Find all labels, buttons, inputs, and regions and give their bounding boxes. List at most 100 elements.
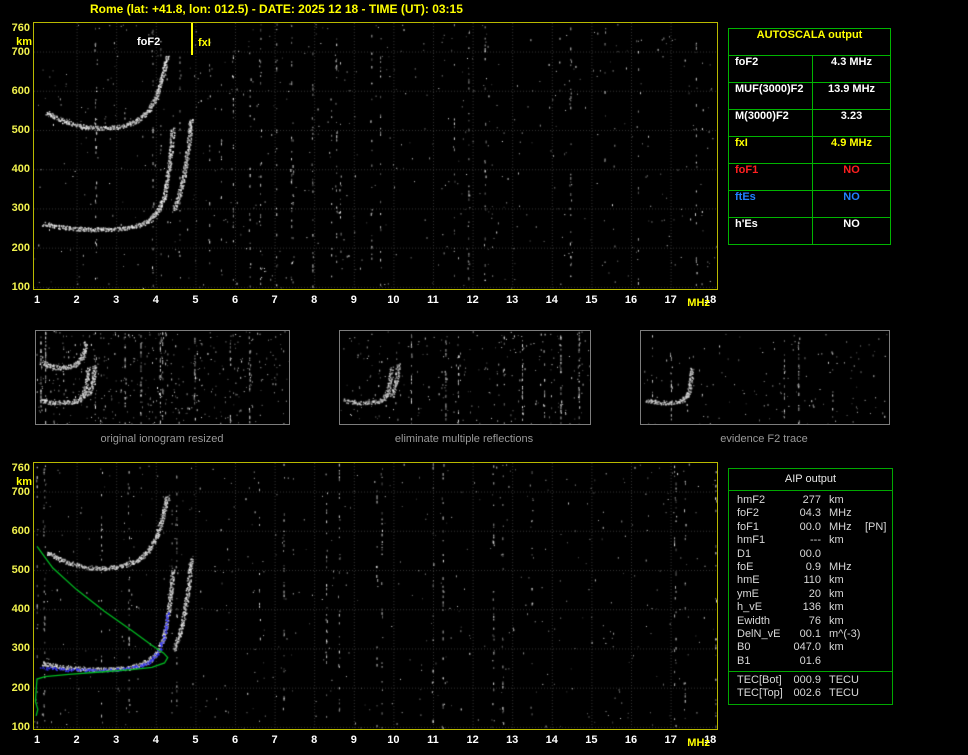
aip-row-unit: m^(-3)	[829, 627, 861, 640]
aip-row-label: foE	[737, 560, 754, 573]
x-axis-tick-top-14: 14	[545, 294, 558, 306]
x-axis-tick-top-15: 15	[585, 294, 598, 306]
autoscala-row-value: 4.9 MHz	[831, 137, 872, 149]
autoscala-row-ftEs: ftEs NO	[729, 191, 890, 218]
autoscala-table-title: AUTOSCALA output	[729, 29, 890, 56]
y-axis-tick-top-760: 760	[11, 22, 30, 34]
aip-row-value: 00.0	[799, 547, 821, 560]
x-axis-unit-bottom: MHz	[687, 737, 710, 749]
aip-row-label: Ewidth	[737, 614, 771, 627]
aip-row-label: h_vE	[737, 601, 763, 614]
y-axis-tick-top-500: 500	[11, 123, 30, 136]
aip-row-unit: km	[829, 494, 844, 506]
aip-row-value: 00.0	[799, 520, 821, 533]
thumbnail-evidence-canvas	[641, 331, 889, 424]
aip-row-foF1: foF1 00.0 MHz [PN]	[729, 521, 892, 534]
aip-tec-rows: TEC[Bot] 000.9 TECU TEC[Top] 002.6 TECU	[729, 674, 892, 701]
autoscala-row-value: 4.3 MHz	[831, 56, 872, 68]
thumbnail-original-canvas	[36, 331, 289, 424]
aip-row-hmF1: hmF1 --- km	[729, 534, 892, 547]
aip-row-foE: foE 0.9 MHz	[729, 561, 892, 574]
autoscala-row-value: NO	[843, 218, 860, 230]
y-axis-tick-bottom-600: 600	[11, 524, 30, 537]
aip-row-ymE: ymE 20 km	[729, 588, 892, 601]
x-axis-tick-bottom-13: 13	[506, 734, 519, 746]
aip-row-value: 01.6	[799, 654, 821, 667]
aip-row-label: TEC[Bot]	[737, 674, 782, 687]
autoscala-output-table: AUTOSCALA output foF2 4.3 MHz MUF(3000)F2 1…	[728, 28, 891, 245]
autoscala-table-rows: foF2 4.3 MHz MUF(3000)F2 13.9 MHz M(3000)F2 3…	[729, 56, 890, 244]
autoscala-row-value: NO	[843, 191, 860, 203]
x-axis-tick-bottom-14: 14	[545, 734, 558, 746]
top-ionogram-canvas	[34, 23, 717, 289]
aip-row-value: 047.0	[793, 641, 821, 654]
y-axis-unit-bottom: km	[16, 476, 32, 488]
aip-row-unit: km	[829, 587, 844, 600]
aip-row-value: 76	[808, 614, 821, 627]
aip-row-h_vE: h_vE 136 km	[729, 601, 892, 614]
x-axis-tick-top-1: 1	[33, 294, 41, 306]
thumbnail-caption-evidence: evidence F2 trace	[720, 433, 808, 445]
y-axis-tick-bottom-500: 500	[11, 563, 30, 576]
y-axis-tick-bottom-200: 200	[11, 681, 30, 694]
thumbnail-evidence-f2	[640, 330, 890, 425]
y-axis-tick-bottom-100: 100	[11, 720, 30, 733]
autoscala-row-M(3000)F2: M(3000)F2 3.23	[729, 110, 890, 137]
x-axis-tick-bottom-7: 7	[271, 734, 278, 746]
aip-row-hmF2: hmF2 277 km	[729, 494, 892, 507]
x-axis-tick-bottom-17: 17	[664, 734, 677, 746]
autoscala-row-fxI: fxI 4.9 MHz	[729, 137, 890, 164]
x-axis-tick-top-7: 7	[271, 294, 278, 306]
x-axis-tick-top-8: 8	[311, 294, 318, 306]
x-axis-tick-top-12: 12	[466, 294, 479, 306]
x-axis-tick-top-3: 3	[113, 294, 120, 306]
aip-tec-separator	[729, 671, 892, 673]
y-axis-tick-top-100: 100	[11, 280, 30, 293]
x-axis-tick-top-16: 16	[624, 294, 638, 306]
aip-row-value: 20	[808, 587, 821, 600]
x-axis-tick-top-5: 5	[192, 294, 199, 306]
aip-table-rows: hmF2 277 km foF2 04.3 MHz foF1 00.0 MHz [PN] hmF1 -…	[729, 491, 892, 668]
aip-row-label: hmE	[737, 574, 760, 587]
bottom-ionogram-plot	[33, 462, 718, 730]
aip-row-value: 0.9	[805, 560, 821, 573]
x-axis-tick-top-17: 17	[664, 294, 677, 306]
thumbnail-original-ionogram	[35, 330, 290, 425]
x-axis-tick-bottom-15: 15	[585, 734, 598, 746]
aip-row-label: foF1	[737, 520, 760, 533]
y-axis-unit-top: km	[16, 36, 32, 48]
y-axis-tick-bottom-300: 300	[11, 642, 30, 655]
x-axis-tick-top-11: 11	[427, 294, 439, 306]
x-axis-tick-bottom-16: 16	[624, 734, 638, 746]
aip-row-unit: TECU	[829, 687, 859, 700]
x-axis-unit-top: MHz	[687, 297, 710, 309]
y-axis-tick-bottom-400: 400	[11, 603, 30, 616]
thumbnail-eliminate-canvas	[340, 331, 590, 424]
x-axis-tick-top-2: 2	[73, 294, 80, 306]
y-axis-tick-top-600: 600	[11, 84, 30, 97]
aip-row-label: D1	[737, 547, 752, 560]
aip-row-value: 000.9	[793, 674, 821, 687]
x-axis-tick-top-9: 9	[350, 294, 357, 306]
autoscala-row-label: fxI	[729, 137, 813, 163]
aip-row-foF2: foF2 04.3 MHz	[729, 507, 892, 520]
x-axis-tick-bottom-10: 10	[387, 734, 400, 746]
autoscala-row-h'Es: h'Es NO	[729, 218, 890, 244]
autoscala-row-label: h'Es	[729, 218, 813, 244]
aip-row-label: hmF2	[737, 494, 766, 506]
aip-row-label: B1	[737, 654, 751, 667]
autoscala-row-value: 3.23	[840, 110, 863, 122]
aip-row-unit: km	[829, 574, 844, 587]
foF2-label: foF2	[137, 36, 161, 48]
aip-row-label: foF2	[737, 507, 760, 520]
x-axis-tick-bottom-1: 1	[33, 734, 41, 746]
autoscala-row-value: NO	[843, 164, 860, 176]
aip-row-unit: MHz	[829, 560, 852, 573]
aip-row-unit: km	[829, 641, 844, 654]
x-axis-tick-bottom-12: 12	[466, 734, 479, 746]
aip-row-B0: B0 047.0 km	[729, 641, 892, 654]
x-axis-tick-bottom-5: 5	[192, 734, 199, 746]
aip-table-title: AIP output	[729, 469, 892, 491]
x-axis-tick-top-10: 10	[387, 294, 400, 306]
aip-row-value: ---	[810, 534, 821, 547]
